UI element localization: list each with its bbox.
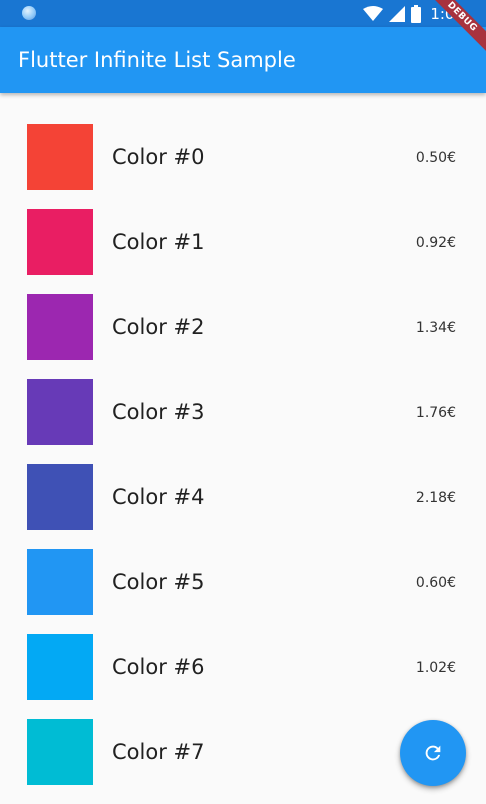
list-item[interactable]: Color #2 1.34€ xyxy=(0,263,486,360)
color-list[interactable]: Color #0 0.50€ Color #1 0.92€ Color #2 1… xyxy=(0,93,486,804)
refresh-icon xyxy=(425,745,441,761)
item-label: Color #2 xyxy=(112,315,205,339)
item-label: Color #0 xyxy=(112,145,205,169)
list-item[interactable]: Color #5 0.60€ xyxy=(0,518,486,615)
item-price: 1.76€ xyxy=(415,405,456,421)
battery-icon xyxy=(411,5,422,23)
refresh-button[interactable] xyxy=(400,720,466,786)
list-item[interactable]: Color #0 0.50€ xyxy=(0,93,486,190)
item-label: Color #6 xyxy=(112,655,205,679)
notification-icon xyxy=(22,6,36,20)
status-bar: 1:07 xyxy=(0,0,486,27)
app-bar: Flutter Infinite List Sample xyxy=(0,27,486,93)
item-label: Color #5 xyxy=(112,570,205,594)
signal-icon xyxy=(389,6,406,22)
item-price: 0.92€ xyxy=(415,235,456,251)
item-label: Color #1 xyxy=(112,230,205,254)
item-price: 1.02€ xyxy=(415,660,456,676)
item-price: 0.60€ xyxy=(415,575,456,591)
list-item[interactable]: Color #6 1.02€ xyxy=(0,603,486,700)
status-time: 1:07 xyxy=(430,5,464,23)
list-item[interactable]: Color #4 2.18€ xyxy=(0,433,486,530)
wifi-icon xyxy=(363,6,384,21)
page-title: Flutter Infinite List Sample xyxy=(18,48,296,72)
list-item[interactable]: Color #1 0.92€ xyxy=(0,178,486,275)
item-label: Color #3 xyxy=(112,400,205,424)
item-label: Color #7 xyxy=(112,740,205,764)
item-price: 1.34€ xyxy=(415,320,456,336)
list-item[interactable]: Color #3 1.76€ xyxy=(0,348,486,445)
item-price: 0.50€ xyxy=(415,150,456,166)
item-price: 2.18€ xyxy=(415,490,456,506)
status-icons: 1:07 xyxy=(363,4,464,24)
item-label: Color #4 xyxy=(112,485,205,509)
color-swatch xyxy=(27,719,93,785)
